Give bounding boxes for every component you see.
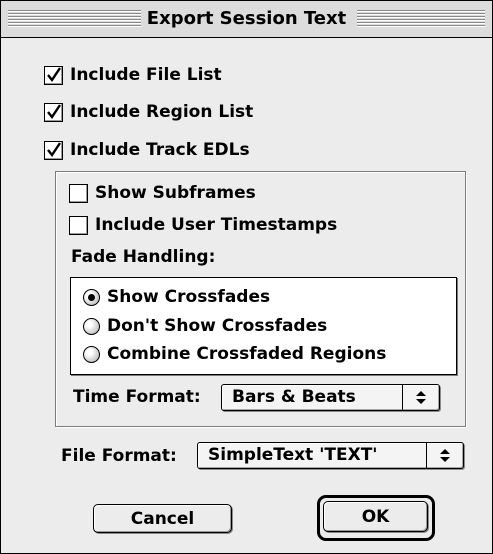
show-subframes-label: Show Subframes — [95, 183, 256, 203]
radio-dont-show-crossfades[interactable]: Don't Show Crossfades — [83, 313, 327, 339]
checkmark-icon — [47, 141, 61, 157]
include-user-timestamps-label: Include User Timestamps — [95, 215, 338, 235]
radio-combine-crossfaded-regions[interactable]: Combine Crossfaded Regions — [83, 341, 386, 367]
checkbox-box[interactable] — [69, 183, 88, 203]
include-track-edls-checkbox[interactable]: Include Track EDLs — [44, 137, 250, 163]
cancel-button[interactable]: Cancel — [93, 504, 232, 533]
radio-label: Combine Crossfaded Regions — [107, 344, 387, 364]
checkmark-icon — [47, 66, 61, 82]
time-format-value: Bars & Beats — [232, 387, 356, 407]
file-format-value: SimpleText 'TEXT' — [208, 445, 378, 465]
radio-button[interactable] — [83, 345, 100, 363]
include-file-list-checkbox[interactable]: Include File List — [44, 62, 222, 88]
show-subframes-checkbox[interactable]: Show Subframes — [69, 180, 256, 206]
radio-label: Show Crossfades — [107, 287, 271, 307]
radio-label: Don't Show Crossfades — [107, 316, 328, 336]
ok-button[interactable]: OK — [323, 501, 428, 532]
popup-arrow-area[interactable] — [402, 385, 439, 410]
checkbox-box[interactable] — [44, 102, 63, 122]
include-file-list-label: Include File List — [70, 65, 222, 85]
checkmark-icon — [47, 103, 61, 119]
title-bar-stripes-left — [8, 10, 144, 28]
checkbox-box[interactable] — [44, 140, 63, 160]
fade-handling-panel: Show Crossfades Don't Show Crossfades Co… — [70, 277, 457, 375]
include-track-edls-label: Include Track EDLs — [70, 140, 250, 160]
file-format-label: File Format: — [61, 446, 177, 466]
include-user-timestamps-checkbox[interactable]: Include User Timestamps — [69, 212, 337, 238]
radio-button-selected[interactable] — [83, 288, 100, 306]
include-region-list-label: Include Region List — [70, 102, 254, 122]
include-region-list-checkbox[interactable]: Include Region List — [44, 99, 253, 125]
fade-handling-label: Fade Handling: — [71, 247, 216, 267]
title-bar-stripes-right — [357, 10, 485, 28]
radio-button[interactable] — [83, 317, 100, 335]
up-down-arrows-icon — [416, 391, 426, 404]
checkbox-box[interactable] — [44, 65, 63, 85]
popup-arrow-area[interactable] — [426, 443, 463, 468]
radio-show-crossfades[interactable]: Show Crossfades — [83, 284, 270, 310]
file-format-popup[interactable]: SimpleText 'TEXT' — [197, 442, 464, 469]
export-session-text-dialog: Export Session Text Include File List In… — [0, 0, 493, 554]
checkbox-box[interactable] — [69, 215, 88, 235]
time-format-label: Time Format: — [73, 387, 201, 407]
up-down-arrows-icon — [440, 449, 450, 462]
time-format-popup[interactable]: Bars & Beats — [221, 384, 440, 411]
title-bar[interactable]: Export Session Text — [1, 1, 492, 38]
